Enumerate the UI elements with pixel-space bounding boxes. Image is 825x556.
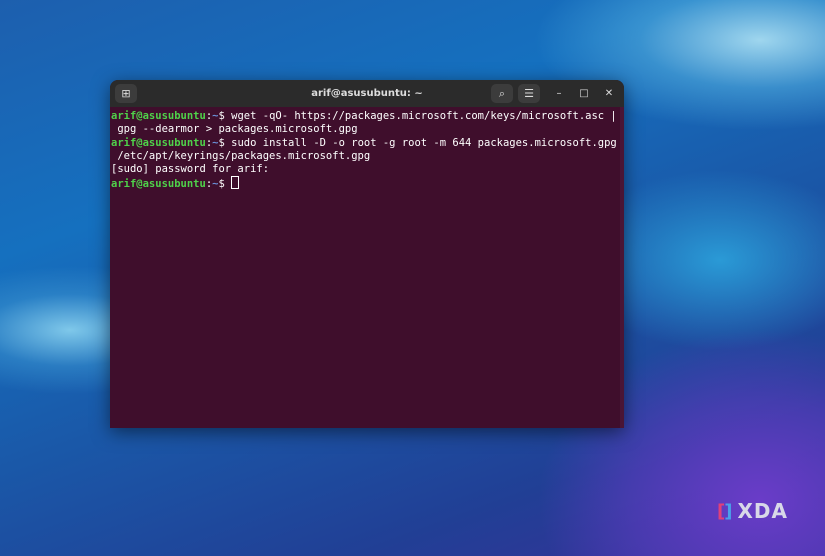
terminal-output[interactable]: arif@asusubuntu:~$ wget -qO- https://pac… (110, 107, 624, 192)
title-bar[interactable]: arif@asusubuntu: ~ ⊞ ⌕ ☰ – □ ✕ (110, 80, 624, 107)
prompt-symbol: $ (218, 110, 232, 122)
scrollbar[interactable] (620, 107, 624, 428)
close-icon: ✕ (604, 88, 614, 99)
command-text: wget -qO- https://packages.microsoft.com… (231, 110, 617, 122)
maximize-button[interactable]: □ (575, 84, 593, 103)
terminal-window: arif@asusubuntu: ~ ⊞ ⌕ ☰ – □ ✕ arif@asus… (110, 80, 624, 428)
maximize-icon: □ (579, 88, 589, 99)
minimize-button[interactable]: – (550, 84, 568, 103)
minimize-icon: – (556, 88, 562, 99)
command-text: sudo install -D -o root -g root -m 644 p… (231, 136, 617, 149)
prompt-symbol: $ (218, 136, 232, 149)
terminal-line: arif@asusubuntu:~$ wget -qO- https://pac… (111, 110, 624, 123)
xda-watermark-logo: [] XDA (717, 499, 788, 523)
terminal-line: [sudo] password for arif: (111, 163, 270, 176)
text-cursor (231, 176, 240, 190)
new-tab-icon: ⊞ (121, 87, 131, 100)
logo-bracket-icon: ] (724, 500, 734, 522)
logo-text: XDA (737, 499, 788, 523)
terminal-line: arif@asusubuntu:~$ sudo install -D -o ro… (111, 137, 624, 150)
window-title: arif@asusubuntu: ~ (311, 88, 423, 99)
terminal-line: /etc/apt/keyrings/packages.microsoft.gpg (111, 149, 371, 162)
close-button[interactable]: ✕ (600, 84, 618, 103)
hamburger-menu-icon: ☰ (524, 87, 534, 100)
prompt-symbol: $ (218, 178, 232, 191)
search-icon: ⌕ (498, 86, 506, 100)
prompt-user: arif@asusubuntu (111, 110, 206, 122)
menu-button[interactable]: ☰ (518, 84, 540, 103)
new-tab-button[interactable]: ⊞ (115, 84, 137, 103)
terminal-line: gpg --dearmor > packages.microsoft.gpg (111, 123, 358, 136)
search-button[interactable]: ⌕ (491, 84, 513, 103)
prompt-user: arif@asusubuntu (111, 178, 206, 191)
terminal-line: arif@asusubuntu:~$ (111, 176, 624, 191)
prompt-user: arif@asusubuntu (111, 136, 206, 149)
